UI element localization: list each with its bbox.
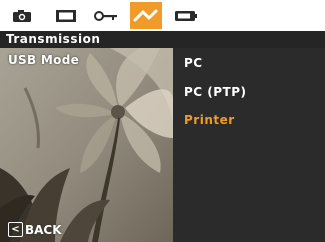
tab-key[interactable] xyxy=(90,2,122,29)
playback-icon xyxy=(56,9,76,22)
tab-setup[interactable] xyxy=(130,2,162,29)
key-icon xyxy=(94,10,117,21)
wrench-icon xyxy=(133,9,158,21)
menu-title-bar: Transmission xyxy=(0,31,325,48)
tab-battery[interactable] xyxy=(170,2,202,29)
tab-playback[interactable] xyxy=(50,2,82,29)
tab-camera[interactable] xyxy=(6,2,38,29)
menu-title: Transmission xyxy=(6,32,101,46)
option-printer[interactable]: Printer xyxy=(184,113,235,127)
camera-icon xyxy=(13,9,31,22)
back-label: BACK xyxy=(25,222,62,237)
background-photo: USB Mode < BACK xyxy=(0,48,173,242)
flower-photo-image xyxy=(0,48,173,242)
option-pc-ptp[interactable]: PC (PTP) xyxy=(184,85,247,99)
menu-tab-bar xyxy=(0,0,325,31)
camera-menu-screen: Transmission USB Mode < BACK PC PC (PTP)… xyxy=(0,0,325,242)
setting-label: USB Mode xyxy=(8,53,80,67)
options-panel: PC PC (PTP) Printer xyxy=(173,48,325,242)
battery-icon xyxy=(175,10,197,21)
option-pc[interactable]: PC xyxy=(184,56,203,70)
left-arrow-key-icon: < xyxy=(8,222,23,237)
back-button[interactable]: < BACK xyxy=(8,222,62,237)
